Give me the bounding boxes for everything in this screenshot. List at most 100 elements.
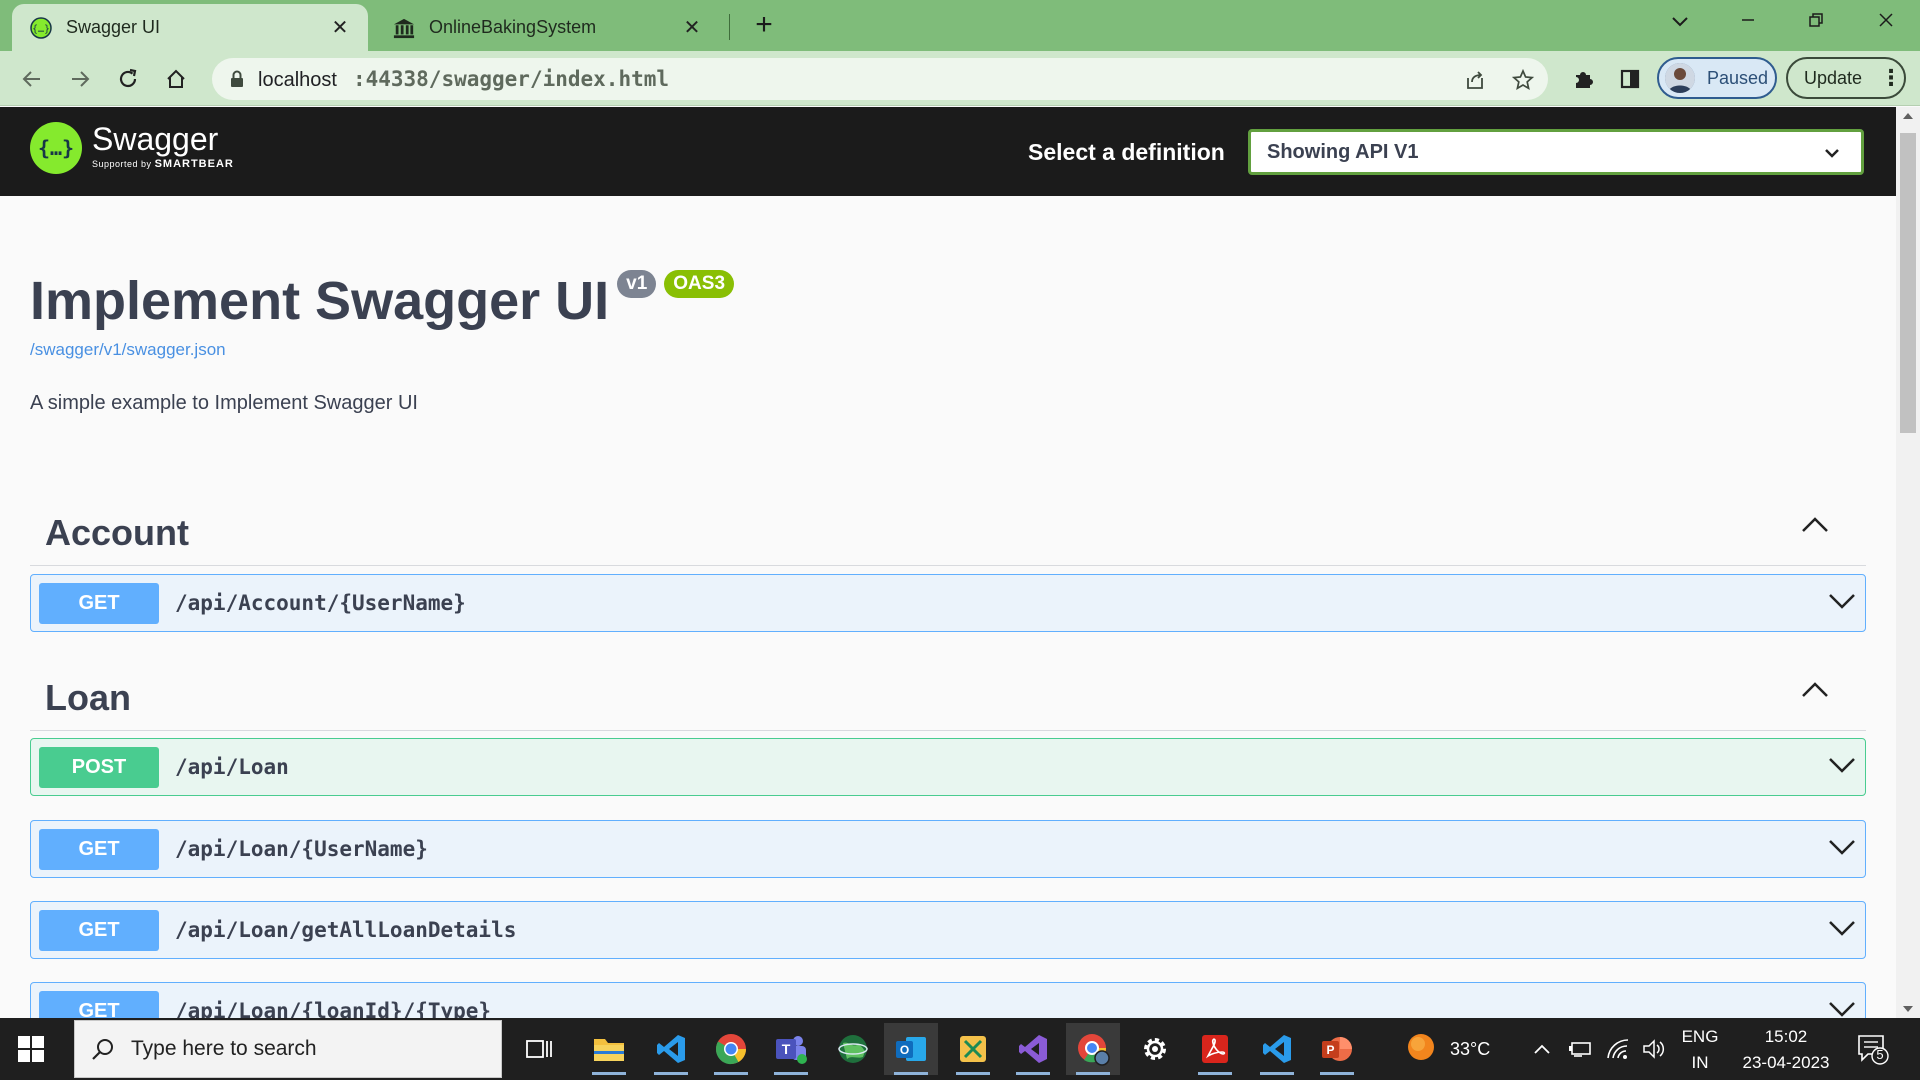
tag-header-account[interactable]: Account [30, 494, 1866, 566]
snip-tool-icon[interactable] [946, 1023, 1000, 1075]
supported-by-label: Supported by [92, 159, 152, 169]
swagger-json-link[interactable]: /swagger/v1/swagger.json [30, 340, 226, 360]
weather-widget[interactable]: 33°C [1404, 1018, 1490, 1080]
tag-name: Loan [45, 677, 131, 718]
url-path: :44338/swagger/index.html [352, 66, 670, 91]
globe-app-icon[interactable] [826, 1023, 880, 1075]
chevron-down-icon[interactable] [1827, 918, 1857, 943]
browser-tab-strip: {…} Swagger UI ✕ OnlineBakingSystem ✕ + [0, 0, 1920, 51]
tray-overflow-icon[interactable] [1532, 1018, 1552, 1080]
operation-path: /api/Account/{UserName} [175, 591, 466, 615]
close-tab-icon[interactable]: ✕ [678, 15, 706, 40]
back-icon[interactable] [16, 63, 48, 95]
weather-temperature: 33°C [1450, 1038, 1491, 1059]
method-badge: GET [39, 909, 159, 951]
svg-text:{…}: {…} [32, 24, 50, 35]
opblock-get-loan-username[interactable]: GET /api/Loan/{UserName} [30, 820, 1866, 878]
tab-title: Swagger UI [66, 17, 161, 37]
wifi-icon[interactable] [1606, 1018, 1630, 1080]
operation-path: /api/Loan [175, 755, 289, 779]
opblock-get-loan-id-type[interactable]: GET /api/Loan/{loanId}/{Type} [30, 982, 1866, 1018]
teams-icon[interactable]: T [764, 1023, 818, 1075]
close-window-icon[interactable] [1866, 6, 1906, 38]
powerpoint-icon[interactable]: P [1310, 1023, 1364, 1075]
swagger-logo-icon: {…} [30, 122, 82, 174]
search-placeholder: Type here to search [131, 1037, 317, 1060]
region-code: IN [1691, 1053, 1709, 1072]
swagger-content: Implement Swagger UI v1 OAS3 /swagger/v1… [0, 196, 1896, 1018]
api-description: A simple example to Implement Swagger UI [30, 392, 418, 414]
chevron-down-icon[interactable] [1827, 591, 1857, 616]
chevron-down-icon[interactable] [1827, 837, 1857, 862]
chevron-up-icon[interactable] [1800, 516, 1830, 539]
side-panel-icon[interactable] [1614, 63, 1646, 95]
language-indicator[interactable]: ENG IN [1680, 1024, 1720, 1076]
method-badge: GET [39, 582, 159, 624]
battery-icon[interactable] [1568, 1018, 1594, 1080]
kebab-menu-icon[interactable]: ⋮ [1880, 67, 1902, 89]
opblock-get-all-loan-details[interactable]: GET /api/Loan/getAllLoanDetails [30, 901, 1866, 959]
operation-path: /api/Loan/{UserName} [175, 837, 428, 861]
profile-status: Paused [1707, 67, 1769, 88]
minimize-icon[interactable] [1728, 6, 1768, 38]
vertical-scrollbar[interactable] [1896, 107, 1920, 1018]
system-clock[interactable]: 15:02 23-04-2023 [1740, 1024, 1832, 1076]
operation-path: /api/Loan/getAllLoanDetails [175, 918, 517, 942]
settings-gear-icon[interactable] [1128, 1023, 1182, 1075]
lock-icon[interactable] [230, 70, 244, 88]
windows-start-icon[interactable] [18, 1036, 44, 1062]
vscode-icon[interactable] [644, 1023, 698, 1075]
taskbar-search[interactable]: Type here to search [74, 1020, 502, 1078]
tab-search-chevron-icon[interactable] [1660, 6, 1700, 38]
smartbear-label: SMARTBEAR [154, 158, 234, 170]
forward-icon[interactable] [64, 63, 96, 95]
update-button[interactable]: Update ⋮ [1786, 57, 1906, 99]
restore-icon[interactable] [1796, 6, 1836, 38]
language-code: ENG [1681, 1027, 1719, 1046]
svg-text:P: P [1326, 1043, 1334, 1057]
chrome-icon[interactable] [704, 1023, 758, 1075]
scrollbar-thumb[interactable] [1900, 133, 1916, 433]
profile-button[interactable]: Paused [1657, 57, 1777, 99]
chevron-down-icon[interactable] [1827, 999, 1857, 1018]
tab-onlinebakingsystem[interactable]: OnlineBakingSystem ✕ [375, 4, 720, 51]
version-badge: v1 [617, 270, 657, 298]
task-view-icon[interactable] [512, 1023, 566, 1075]
home-icon[interactable] [160, 63, 192, 95]
opblock-get-account-username[interactable]: GET /api/Account/{UserName} [30, 574, 1866, 632]
share-icon[interactable] [1462, 67, 1488, 93]
visual-studio-icon[interactable] [1006, 1023, 1060, 1075]
opblock-post-loan[interactable]: POST /api/Loan [30, 738, 1866, 796]
page-title: Implement Swagger UI v1 OAS3 [30, 270, 735, 332]
new-tab-icon[interactable]: + [748, 10, 780, 42]
tab-separator [729, 14, 730, 40]
extensions-icon[interactable] [1567, 63, 1599, 95]
operation-path: /api/Loan/{loanId}/{Type} [175, 999, 492, 1018]
acrobat-icon[interactable] [1188, 1023, 1242, 1075]
clock-date: 23-04-2023 [1742, 1053, 1830, 1072]
method-badge: GET [39, 990, 159, 1018]
svg-text:O: O [900, 1043, 909, 1057]
tab-swagger-ui[interactable]: {…} Swagger UI ✕ [12, 4, 368, 51]
chevron-up-icon[interactable] [1800, 681, 1830, 704]
address-bar[interactable]: localhost :44338/swagger/index.html [212, 58, 1548, 100]
outlook-icon[interactable]: O [884, 1023, 938, 1075]
reload-icon[interactable] [112, 63, 144, 95]
close-tab-icon[interactable]: ✕ [326, 15, 354, 40]
scroll-up-icon[interactable] [1903, 113, 1913, 119]
scroll-down-icon[interactable] [1903, 1006, 1913, 1012]
url-host: localhost [258, 68, 337, 91]
vscode-second-icon[interactable] [1250, 1023, 1304, 1075]
chrome-profile-icon[interactable] [1066, 1023, 1120, 1075]
swagger-favicon-icon: {…} [30, 16, 52, 39]
file-explorer-icon[interactable] [582, 1023, 636, 1075]
oas-badge: OAS3 [664, 270, 735, 298]
definition-select[interactable]: Showing API V1 [1248, 129, 1864, 175]
chevron-down-icon[interactable] [1827, 755, 1857, 780]
swagger-logo[interactable]: {…} Swagger Supported by SMARTBEAR [30, 122, 234, 174]
bookmark-star-icon[interactable] [1510, 67, 1536, 93]
tab-title: OnlineBakingSystem [429, 17, 597, 37]
volume-icon[interactable] [1642, 1018, 1666, 1080]
notification-center-icon[interactable]: 5 [1856, 1033, 1890, 1065]
tag-header-loan[interactable]: Loan [30, 659, 1866, 731]
